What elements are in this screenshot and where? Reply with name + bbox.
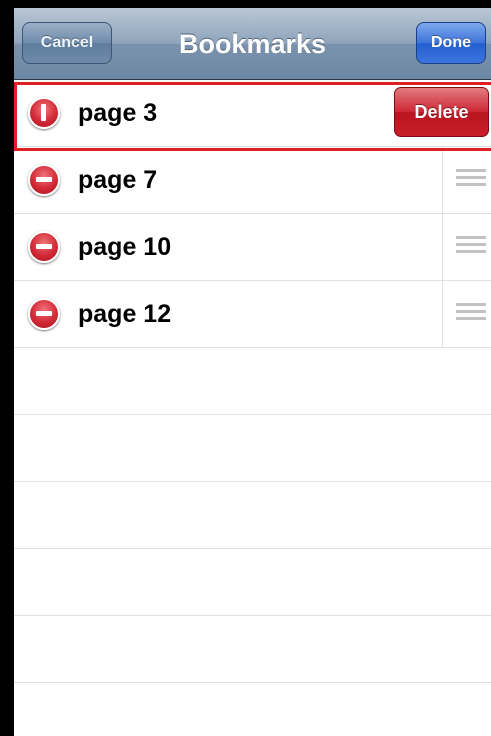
divider — [442, 281, 443, 347]
navigation-bar: Bookmarks Cancel Done — [14, 8, 491, 80]
bookmark-label: page 10 — [78, 233, 172, 261]
bookmark-label: page 12 — [78, 300, 172, 328]
done-button[interactable]: Done — [416, 22, 486, 64]
empty-row — [14, 549, 491, 616]
bookmarks-table: page 3 Delete page 7 page 10 page 12 — [14, 80, 491, 736]
bookmark-label: page 3 — [78, 99, 158, 127]
reorder-handle-icon[interactable] — [456, 303, 486, 325]
delete-toggle-icon[interactable] — [28, 97, 60, 129]
list-item-page-10[interactable]: page 10 — [14, 214, 491, 281]
phone-screen: Bookmarks Cancel Done page 3 Delete page… — [0, 0, 491, 736]
delete-toggle-icon[interactable] — [28, 231, 60, 263]
reorder-handle-icon[interactable] — [456, 169, 486, 191]
divider — [442, 214, 443, 280]
empty-row — [14, 683, 491, 736]
bookmark-label: page 7 — [78, 166, 158, 194]
cancel-button[interactable]: Cancel — [22, 22, 112, 64]
empty-row — [14, 415, 491, 482]
empty-row — [14, 348, 491, 415]
delete-button[interactable]: Delete — [394, 87, 489, 137]
delete-toggle-icon[interactable] — [28, 164, 60, 196]
empty-row — [14, 482, 491, 549]
divider — [442, 147, 443, 213]
list-item-page-3[interactable]: page 3 Delete — [14, 80, 491, 147]
list-item-page-7[interactable]: page 7 — [14, 147, 491, 214]
delete-toggle-icon[interactable] — [28, 298, 60, 330]
reorder-handle-icon[interactable] — [456, 236, 486, 258]
list-item-page-12[interactable]: page 12 — [14, 281, 491, 348]
empty-row — [14, 616, 491, 683]
